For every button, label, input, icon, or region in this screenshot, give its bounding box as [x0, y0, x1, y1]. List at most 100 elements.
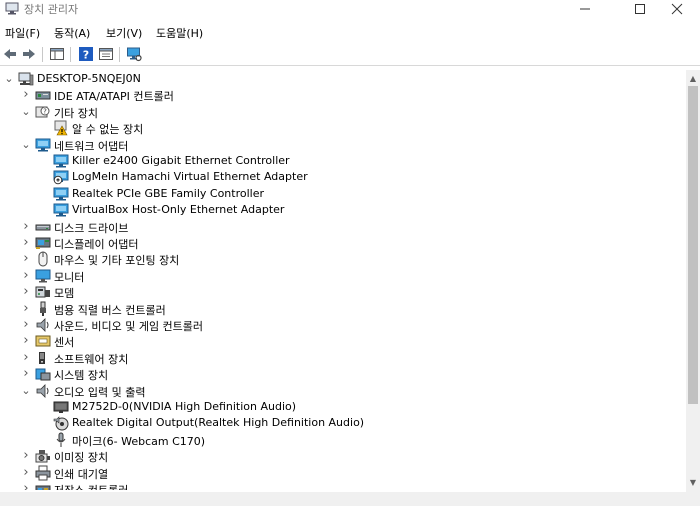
tree-category[interactable]: › 모니터 — [0, 268, 686, 284]
forward-arrow-icon[interactable] — [21, 46, 37, 62]
digital-output-icon — [53, 416, 69, 431]
collapse-chevron-icon[interactable]: ⌄ — [4, 71, 14, 87]
tree-item-label: 마이크(6- Webcam C170) — [72, 435, 206, 448]
tree-item-label: 모뎀 — [54, 287, 75, 300]
tree-device[interactable]: Realtek Digital Output(Realtek High Defi… — [0, 415, 686, 431]
tree-category[interactable]: ⌄ 네트워크 어댑터 — [0, 137, 686, 153]
tree-item-label: 이미징 장치 — [54, 451, 109, 464]
computer-name: DESKTOP-5NQEJ0N — [37, 72, 141, 85]
usb-icon — [40, 301, 46, 316]
tree-item-label: 디스크 드라이브 — [54, 222, 129, 235]
unknown-device-warning-icon — [54, 120, 68, 136]
expand-chevron-icon[interactable]: › — [21, 268, 31, 284]
expand-chevron-icon[interactable]: › — [21, 317, 31, 333]
system-device-icon — [35, 368, 51, 381]
software-device-icon — [39, 352, 45, 364]
expand-chevron-icon[interactable]: › — [21, 350, 31, 366]
tree-category[interactable]: › 디스크 드라이브 — [0, 219, 686, 235]
network-adapter-icon — [35, 138, 51, 152]
collapse-chevron-icon[interactable]: ⌄ — [21, 104, 31, 120]
svg-text:?: ? — [43, 108, 47, 116]
collapse-chevron-icon[interactable]: ⌄ — [21, 383, 31, 399]
tree-device[interactable]: 알 수 없는 장치 — [0, 120, 686, 136]
expand-chevron-icon[interactable]: › — [21, 333, 31, 349]
expand-chevron-icon[interactable]: › — [21, 465, 31, 481]
help-icon[interactable]: ? — [78, 46, 94, 62]
expand-chevron-icon[interactable]: › — [21, 301, 31, 317]
show-hide-console-tree-icon[interactable] — [49, 46, 65, 62]
expand-chevron-icon[interactable]: › — [21, 251, 31, 267]
tree-category[interactable]: › 인쇄 대기열 — [0, 465, 686, 481]
vertical-scrollbar[interactable]: ▲ ▼ — [686, 70, 700, 492]
tree-root[interactable]: ⌄ DESKTOP-5NQEJ0N — [0, 71, 686, 87]
tree-device[interactable]: Killer e2400 Gigabit Ethernet Controller — [0, 153, 686, 169]
tree-item-label: M2752D-0(NVIDIA High Definition Audio) — [72, 400, 297, 413]
expand-chevron-icon[interactable]: › — [21, 219, 31, 235]
toolbar-separator — [70, 47, 71, 62]
other-devices-icon: ? — [35, 106, 50, 118]
tree-item-label: 마우스 및 기타 포인팅 장치 — [54, 254, 180, 267]
tree-category[interactable]: › 시스템 장치 — [0, 366, 686, 382]
tree-item-label: VirtualBox Host-Only Ethernet Adapter — [72, 203, 285, 216]
tree-item-label: 네트워크 어댑터 — [54, 140, 129, 153]
disk-drive-icon — [35, 224, 51, 231]
expand-chevron-icon[interactable]: › — [21, 87, 31, 103]
expand-chevron-icon[interactable]: › — [21, 481, 31, 490]
tree-category[interactable]: › 사운드, 비디오 및 게임 컨트롤러 — [0, 317, 686, 333]
window-title: 장치 관리자 — [24, 3, 79, 16]
network-adapter-icon — [53, 203, 69, 217]
tree-device[interactable]: LogMeIn Hamachi Virtual Ethernet Adapter — [0, 169, 686, 185]
menu-view[interactable]: 보기(V) — [106, 25, 142, 41]
scan-hardware-changes-icon[interactable] — [126, 46, 142, 62]
close-button[interactable] — [654, 0, 700, 18]
speaker-icon — [36, 384, 49, 398]
tree-category[interactable]: ⌄? 기타 장치 — [0, 104, 686, 120]
tree-item-label: IDE ATA/ATAPI 컨트롤러 — [54, 90, 174, 103]
tree-item-label: 모니터 — [54, 271, 85, 284]
tree-device[interactable]: VirtualBox Host-Only Ethernet Adapter — [0, 202, 686, 218]
expand-chevron-icon[interactable]: › — [21, 366, 31, 382]
tree-category[interactable]: › 마우스 및 기타 포인팅 장치 — [0, 251, 686, 267]
network-adapter-disabled-icon — [53, 170, 69, 185]
tree-device[interactable]: M2752D-0(NVIDIA High Definition Audio) — [0, 399, 686, 415]
network-adapter-icon — [53, 154, 69, 168]
back-arrow-icon[interactable] — [2, 46, 18, 62]
sensor-icon — [35, 335, 51, 347]
tree-category[interactable]: › 디스플레이 어댑터 — [0, 235, 686, 251]
tree-device[interactable]: Realtek PCIe GBE Family Controller — [0, 186, 686, 202]
ide-controller-icon — [35, 91, 51, 100]
menu-file[interactable]: 파일(F) — [5, 25, 40, 41]
tree-category[interactable]: › 소프트웨어 장치 — [0, 350, 686, 366]
tree-item-label: 저장소 컨트롤러 — [54, 482, 128, 490]
svg-text:?: ? — [83, 49, 89, 62]
menu-bar: 파일(F) 동작(A) 보기(V) 도움말(H) — [0, 22, 700, 42]
monitor-audio-icon — [53, 401, 69, 413]
toolbar: ? — [0, 43, 700, 66]
properties-icon[interactable] — [98, 46, 114, 62]
scroll-up-arrow-icon[interactable]: ▲ — [686, 72, 700, 86]
tree-category[interactable]: › 센서 — [0, 333, 686, 349]
tree-item-label: Killer e2400 Gigabit Ethernet Controller — [72, 154, 290, 167]
tree-item-label: LogMeIn Hamachi Virtual Ethernet Adapter — [72, 170, 308, 183]
tree-category[interactable]: › IDE ATA/ATAPI 컨트롤러 — [0, 87, 686, 103]
camera-icon — [35, 450, 50, 463]
display-adapter-icon — [35, 237, 51, 249]
minimize-button[interactable] — [562, 0, 608, 18]
expand-chevron-icon[interactable]: › — [21, 235, 31, 251]
tree-item-label: 오디오 입력 및 출력 — [54, 386, 146, 399]
menu-help[interactable]: 도움말(H) — [156, 25, 203, 41]
device-tree: ⌄ DESKTOP-5NQEJ0N › IDE ATA/ATAPI 컨트롤러 ⌄? 기… — [0, 70, 686, 490]
tree-category[interactable]: ⌄ 오디오 입력 및 출력 — [0, 383, 686, 399]
scroll-down-arrow-icon[interactable]: ▼ — [686, 476, 700, 490]
expand-chevron-icon[interactable]: › — [21, 448, 31, 464]
expand-chevron-icon[interactable]: › — [21, 284, 31, 300]
tree-category[interactable]: › 저장소 컨트롤러 — [0, 481, 686, 490]
tree-category[interactable]: › 범용 직렬 버스 컨트롤러 — [0, 301, 686, 317]
tree-category[interactable]: › 모뎀 — [0, 284, 686, 300]
scrollbar-thumb[interactable] — [688, 86, 698, 404]
tree-category[interactable]: › 이미징 장치 — [0, 448, 686, 464]
horizontal-scrollbar[interactable] — [0, 492, 686, 506]
tree-device[interactable]: 마이크(6- Webcam C170) — [0, 432, 686, 448]
collapse-chevron-icon[interactable]: ⌄ — [21, 137, 31, 153]
menu-action[interactable]: 동작(A) — [54, 25, 90, 41]
